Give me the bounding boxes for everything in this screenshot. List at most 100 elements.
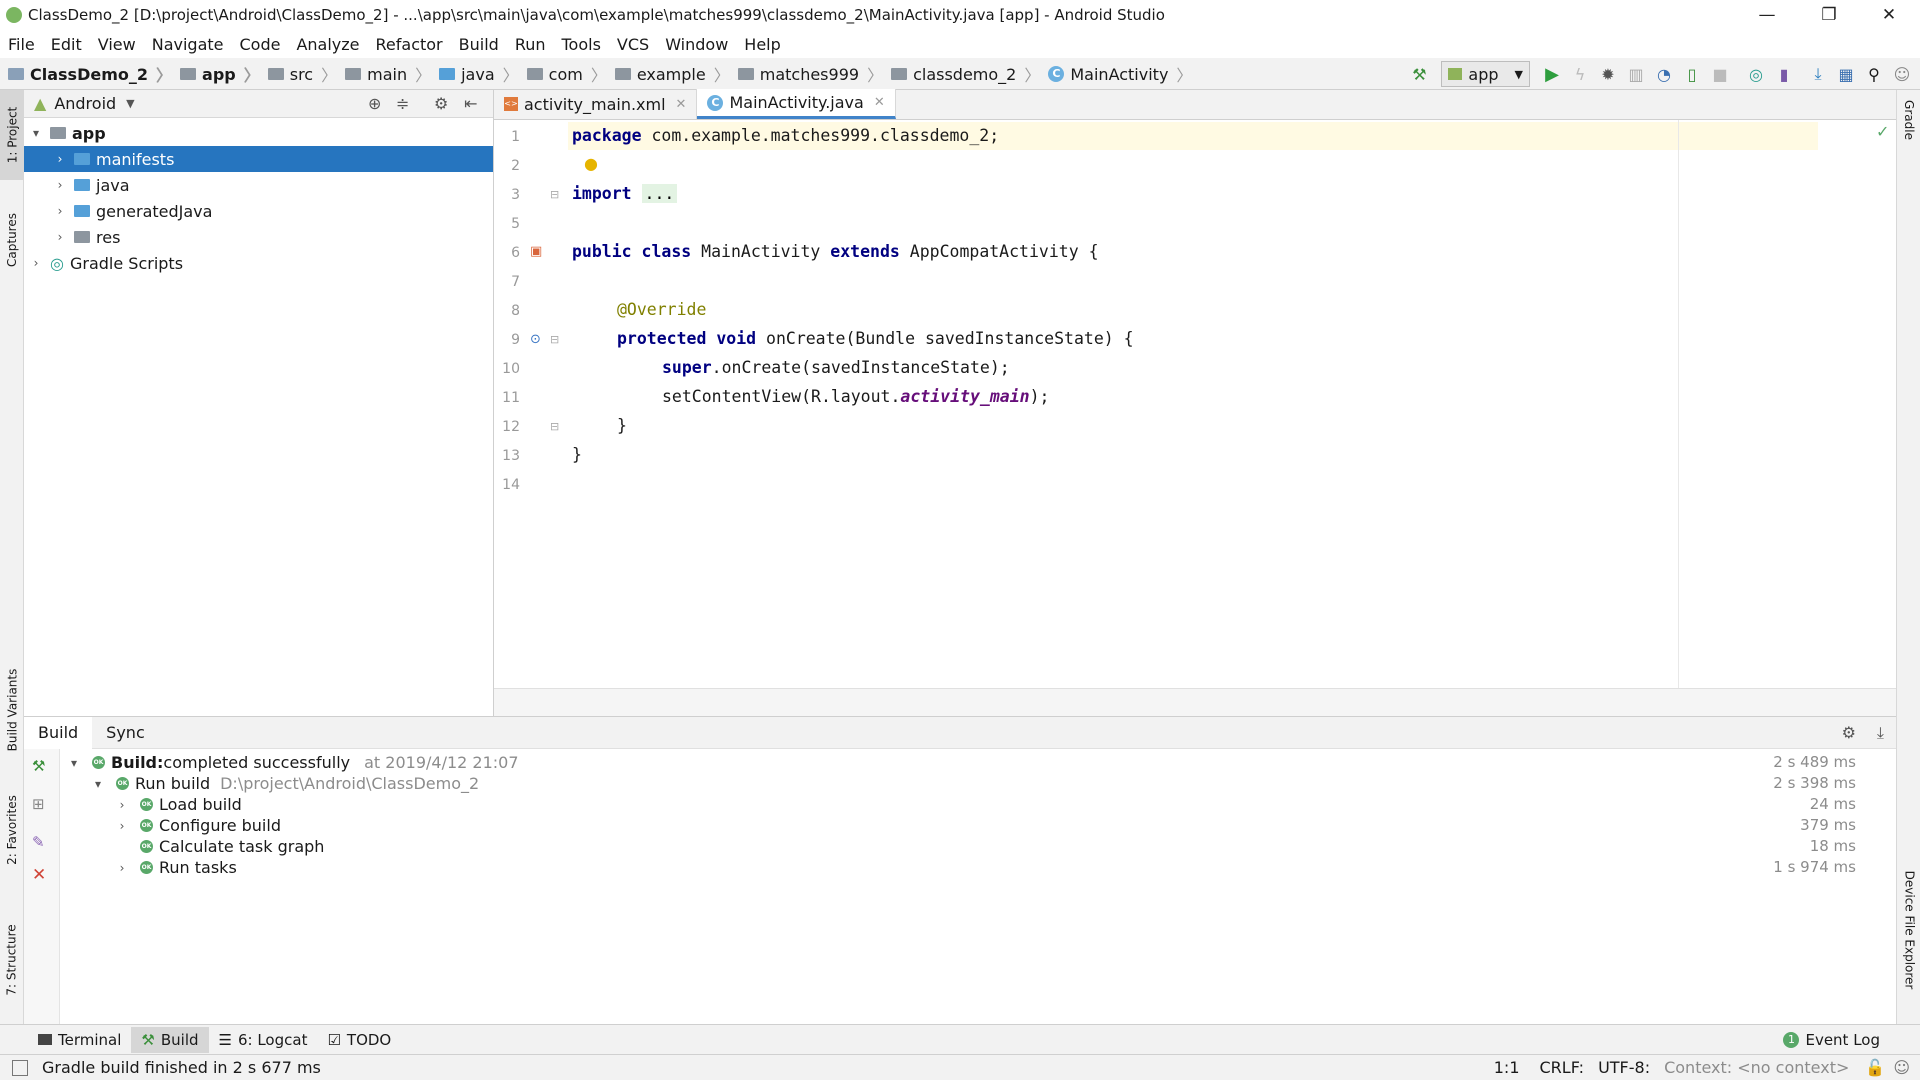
chevron-right-icon[interactable]: › xyxy=(114,819,130,833)
build-row[interactable]: › OK Run tasks xyxy=(114,857,237,878)
stop-icon[interactable]: ■ xyxy=(1706,60,1734,88)
code-area[interactable]: package com.example.matches999.classdemo… xyxy=(568,120,1808,688)
menu-window[interactable]: Window xyxy=(657,35,736,54)
breadcrumb-item-com[interactable]: com 〉 xyxy=(526,62,615,86)
file-encoding[interactable]: UTF-8: xyxy=(1598,1058,1650,1077)
tree-item-java[interactable]: › java xyxy=(24,172,493,198)
tree-item-manifests[interactable]: › manifests xyxy=(24,146,493,172)
close-tab-icon[interactable]: ✕ xyxy=(676,97,687,112)
breadcrumb-item-matches999[interactable]: matches999 〉 xyxy=(737,62,891,86)
captures-tool-tab[interactable]: Captures xyxy=(0,200,24,280)
apply-changes-icon[interactable]: ϟ xyxy=(1566,60,1594,88)
no-problems-check-icon[interactable]: ✓ xyxy=(1876,122,1889,141)
chevron-right-icon[interactable]: › xyxy=(52,230,68,244)
fold-marker-icon[interactable]: ⊟ xyxy=(550,420,559,433)
menu-navigate[interactable]: Navigate xyxy=(144,35,232,54)
project-view-mode-select[interactable]: Android xyxy=(54,94,116,113)
build-variants-tool-tab[interactable]: Build Variants xyxy=(0,650,24,770)
gear-icon[interactable]: ⚙ xyxy=(1842,723,1856,742)
breadcrumb-item-project[interactable]: ClassDemo_2 〉 xyxy=(8,62,180,86)
tree-item-generatedjava[interactable]: › generatedJava xyxy=(24,198,493,224)
menu-run[interactable]: Run xyxy=(507,35,554,54)
close-tab-icon[interactable]: ✕ xyxy=(874,95,885,110)
inspector-icon[interactable]: ☺ xyxy=(1893,1058,1910,1077)
favorites-tool-tab[interactable]: 2: Favorites xyxy=(0,780,24,880)
build-row[interactable]: › OK Load build xyxy=(114,794,242,815)
build-row[interactable]: OK Calculate task graph xyxy=(114,836,324,857)
toggle-tool-windows-icon[interactable] xyxy=(12,1059,28,1076)
logcat-button[interactable]: ☰ 6: Logcat xyxy=(209,1027,318,1053)
menu-refactor[interactable]: Refactor xyxy=(368,35,451,54)
line-separator[interactable]: CRLF: xyxy=(1540,1058,1585,1077)
breadcrumb-item-java[interactable]: java 〉 xyxy=(439,62,527,86)
fold-marker-icon[interactable]: ⊟ xyxy=(550,188,559,201)
minimize-button[interactable]: — xyxy=(1744,0,1790,30)
build-row[interactable]: ▾ OK Build: completed successfully at 20… xyxy=(66,752,519,773)
breadcrumb-item-src[interactable]: src 〉 xyxy=(267,62,345,86)
menu-analyze[interactable]: Analyze xyxy=(288,35,367,54)
tree-item-gradle-scripts[interactable]: › ◎ Gradle Scripts xyxy=(24,250,493,276)
menu-tools[interactable]: Tools xyxy=(554,35,609,54)
layout-navigation-icon[interactable]: ▣ xyxy=(530,244,542,259)
hammer-icon[interactable]: ⚒ xyxy=(1405,60,1433,88)
context-indicator[interactable]: Context: <no context> xyxy=(1664,1058,1849,1077)
folded-imports[interactable]: ... xyxy=(641,184,678,203)
menu-code[interactable]: Code xyxy=(232,35,289,54)
toggle-view-icon[interactable]: ⊞ xyxy=(32,795,45,813)
terminal-button[interactable]: Terminal xyxy=(28,1027,131,1053)
breadcrumb-item-mainactivity[interactable]: C MainActivity 〉 xyxy=(1048,62,1200,86)
chevron-right-icon[interactable]: › xyxy=(52,152,68,166)
device-file-explorer-tab[interactable]: Device File Explorer xyxy=(1897,850,1920,1010)
chevron-right-icon[interactable]: › xyxy=(114,798,130,812)
run-icon[interactable]: ▶ xyxy=(1538,60,1566,88)
tab-mainactivity-java[interactable]: C MainActivity.java ✕ xyxy=(697,89,896,119)
close-window-button[interactable]: ✕ xyxy=(1866,0,1912,30)
build-button[interactable]: ⚒ Build xyxy=(131,1026,209,1053)
gear-icon[interactable]: ⚙ xyxy=(434,94,448,113)
chevron-down-icon[interactable]: ▾ xyxy=(90,777,106,791)
menu-edit[interactable]: Edit xyxy=(43,35,90,54)
coverage-icon[interactable]: ▥ xyxy=(1622,60,1650,88)
chevron-down-icon[interactable]: ▼ xyxy=(126,97,134,110)
hide-panel-icon[interactable]: ⇤ xyxy=(464,94,477,113)
hammer-icon[interactable]: ⚒ xyxy=(32,757,45,775)
event-log-button[interactable]: 1 Event Log xyxy=(1773,1027,1890,1053)
menu-view[interactable]: View xyxy=(90,35,144,54)
chevron-right-icon[interactable]: › xyxy=(114,861,130,875)
todo-button[interactable]: ☑ TODO xyxy=(317,1027,401,1053)
gradle-tool-tab[interactable]: Gradle xyxy=(1897,90,1920,150)
fold-marker-icon[interactable]: ⊟ xyxy=(550,333,559,346)
sdk-manager-icon[interactable]: ⤓ xyxy=(1804,60,1832,88)
run-configuration-select[interactable]: app ▼ xyxy=(1441,61,1530,87)
tree-item-res[interactable]: › res xyxy=(24,224,493,250)
locate-file-icon[interactable]: ⊕ xyxy=(368,94,381,113)
breadcrumb-item-main[interactable]: main 〉 xyxy=(345,62,439,86)
attach-debugger-icon[interactable]: ▯ xyxy=(1678,60,1706,88)
tree-item-app[interactable]: ▾ app xyxy=(24,120,493,146)
chevron-right-icon[interactable]: › xyxy=(28,256,44,270)
menu-help[interactable]: Help xyxy=(736,35,788,54)
project-tool-tab[interactable]: 1: Project xyxy=(0,90,24,180)
tab-activity-main-xml[interactable]: <> activity_main.xml ✕ xyxy=(494,89,698,119)
hide-panel-icon[interactable]: ⤓ xyxy=(1877,723,1884,743)
account-icon[interactable]: ☺ xyxy=(1888,60,1916,88)
build-row[interactable]: › OK Configure build xyxy=(114,815,281,836)
debug-icon[interactable]: ✹ xyxy=(1594,60,1622,88)
caret-position[interactable]: 1:1 xyxy=(1494,1058,1520,1077)
lock-icon[interactable]: 🔓 xyxy=(1865,1058,1885,1077)
tab-sync[interactable]: Sync xyxy=(92,717,159,749)
avd-manager-icon[interactable]: ▮ xyxy=(1770,60,1798,88)
project-structure-icon[interactable]: ▦ xyxy=(1832,60,1860,88)
chevron-right-icon[interactable]: › xyxy=(52,204,68,218)
code-editor[interactable]: 1 2 3 5 6 7 8 9 10 11 12 13 14 ● ⊟ ▣ ⊙ ⊟… xyxy=(494,120,1896,688)
collapse-all-icon[interactable]: ≑ xyxy=(396,94,409,113)
restore-button[interactable]: ❐ xyxy=(1806,0,1852,30)
override-marker-icon[interactable]: ⊙ xyxy=(530,332,541,347)
chevron-down-icon[interactable]: ▾ xyxy=(28,126,44,140)
profile-icon[interactable]: ◔ xyxy=(1650,60,1678,88)
breadcrumb-item-example[interactable]: example 〉 xyxy=(614,62,738,86)
structure-tool-tab[interactable]: 7: Structure xyxy=(0,910,24,1010)
close-icon[interactable]: ✕ xyxy=(32,865,46,885)
sync-gradle-icon[interactable]: ◎ xyxy=(1742,60,1770,88)
chevron-right-icon[interactable]: › xyxy=(52,178,68,192)
